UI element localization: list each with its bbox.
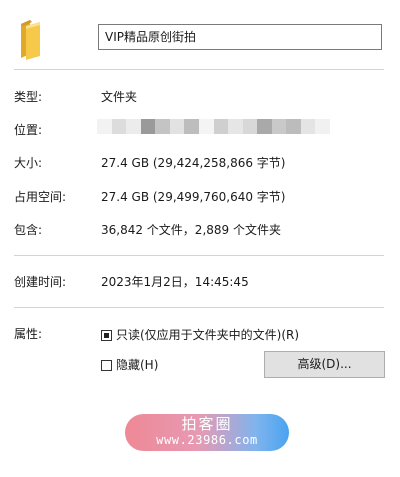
- watermark-url: www.23986.com: [156, 433, 258, 447]
- divider: [14, 307, 384, 308]
- readonly-checkbox[interactable]: [101, 330, 112, 341]
- watermark-title: 拍客圈: [181, 415, 233, 433]
- hidden-checkbox[interactable]: [101, 360, 112, 371]
- divider: [14, 255, 384, 256]
- location-label: 位置:: [14, 123, 43, 137]
- contains-label: 包含:: [14, 223, 43, 237]
- folder-name-input[interactable]: VIP精品原创街拍: [98, 24, 382, 50]
- hidden-label[interactable]: 隐藏(H): [116, 357, 158, 373]
- location-value-blurred: [97, 119, 330, 134]
- attributes-label: 属性:: [14, 327, 43, 341]
- watermark-badge: 拍客圈 www.23986.com: [125, 414, 289, 451]
- size-label: 大小:: [14, 156, 43, 170]
- divider: [14, 69, 384, 70]
- contains-value: 36,842 个文件，2,889 个文件夹: [101, 223, 281, 237]
- advanced-button[interactable]: 高级(D)...: [264, 351, 385, 378]
- created-value: 2023年1月2日，14:45:45: [101, 275, 249, 289]
- created-label: 创建时间:: [14, 275, 67, 289]
- size-on-disk-value: 27.4 GB (29,499,760,640 字节): [101, 190, 286, 204]
- folder-icon: [18, 16, 44, 62]
- type-label: 类型:: [14, 90, 43, 104]
- size-on-disk-label: 占用空间:: [14, 190, 67, 204]
- readonly-label[interactable]: 只读(仅应用于文件夹中的文件)(R): [116, 327, 299, 343]
- size-value: 27.4 GB (29,424,258,866 字节): [101, 156, 286, 170]
- type-value: 文件夹: [101, 90, 138, 104]
